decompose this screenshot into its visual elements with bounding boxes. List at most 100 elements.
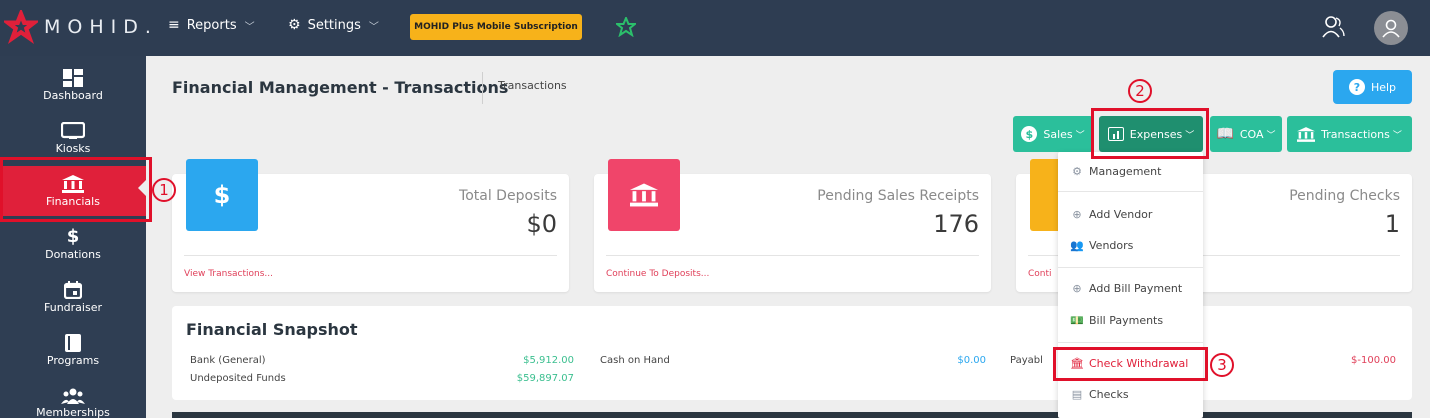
menu-item-label: Bill Payments [1089,314,1164,327]
coa-label: COA [1239,127,1264,141]
gears-icon: ⚙ [1072,165,1082,178]
sales-label: Sales [1043,127,1073,141]
menu-item-label: Management [1089,165,1162,178]
gear-icon: ⚙ [288,17,301,33]
logo-star-icon [4,10,38,44]
chevron-down-icon: ﹀ [1266,130,1276,141]
annotation-number: 1 [152,178,176,202]
monitor-icon [61,121,85,139]
coa-button[interactable]: 📖 COA ﹀ [1210,116,1282,152]
continue-to-deposits-link[interactable]: Continue To Deposits... [606,269,709,279]
help-button[interactable]: ? Help [1333,70,1412,104]
annotation-box-check-withdrawal [1053,347,1208,381]
menu-item-add-vendor[interactable]: ⊕ Add Vendor [1070,208,1152,221]
plus-circle-icon: ⊕ [1072,208,1082,221]
settings-menu[interactable]: ⚙ Settings ﹀ [288,17,379,33]
menu-divider [1058,342,1203,343]
sidebar-item-donations[interactable]: $ Donations [0,219,146,269]
chevron-down-icon: ﹀ [1392,130,1402,141]
card-label: Pending Sales Receipts [817,188,979,204]
calendar-icon [64,280,82,299]
users-icon [61,388,85,404]
annotation-box-financials [0,157,152,222]
card-label: Total Deposits [459,188,557,204]
settings-label: Settings [307,17,361,33]
top-navbar: MOHID. ≡ Reports ﹀ ⚙ Settings ﹀ MOHID Pl… [0,0,1430,56]
payable-value: $-100.00 [1351,355,1396,366]
card-icon: ▤ [1071,388,1083,401]
menu-item-label: Add Vendor [1089,208,1153,221]
money-icon: 💵 [1070,314,1084,327]
chevron-down-icon: ﹀ [368,21,379,33]
menu-item-label: Vendors [1089,239,1134,252]
dollar-circle-icon: $ [1021,126,1038,142]
sidebar-item-label: Fundraiser [44,300,102,314]
plus-circle-icon: ⊕ [1072,282,1082,295]
transactions-button[interactable]: Transactions ﹀ [1287,116,1412,152]
card-value: $0 [526,210,557,238]
chevron-down-icon: ﹀ [244,21,255,33]
user-avatar[interactable] [1374,11,1408,45]
menu-item-label: Add Bill Payment [1089,282,1183,295]
breadcrumb-divider [482,72,483,104]
page-title: Financial Management - Transactions [172,78,509,97]
card-divider [184,255,557,256]
menu-item-vendors[interactable]: 👥 Vendors [1070,239,1133,252]
sidebar-item-fundraiser[interactable]: Fundraiser [0,272,146,322]
dollar-icon: $ [186,159,258,231]
snapshot-title: Financial Snapshot [186,320,358,339]
sidebar-item-label: Donations [45,247,101,261]
chevron-down-icon: ﹀ [1075,130,1085,141]
annotation-number: 3 [1210,353,1234,377]
menu-item-label: Checks [1089,388,1129,401]
sidebar: Dashboard Kiosks Financials $ Donations … [0,56,146,418]
logo-text: MOHID. [44,16,158,38]
menu-item-management[interactable]: ⚙ Management [1070,165,1161,178]
cash-on-hand-label: Cash on Hand [600,355,670,366]
card-label: Pending Checks [1289,188,1400,204]
view-transactions-link[interactable]: View Transactions... [184,269,273,279]
bank-general-value: $5,912.00 [523,355,574,366]
logo[interactable]: MOHID. [4,10,158,44]
card-divider [606,255,979,256]
book-icon [65,333,81,352]
sidebar-item-programs[interactable]: Programs [0,325,146,375]
user-icon [1382,19,1400,38]
bank-icon [608,159,680,231]
menu-item-checks[interactable]: ▤ Checks [1070,388,1129,401]
sidebar-item-label: Programs [46,353,100,367]
sidebar-item-label: Memberships [36,405,110,418]
card-value: 1 [1384,210,1400,238]
sales-button[interactable]: $ Sales ﹀ [1013,116,1093,152]
undeposited-funds-value: $59,897.07 [516,373,574,384]
breadcrumb[interactable]: Transactions [498,79,567,92]
reports-label: Reports [186,17,237,33]
book-open-icon: 📖 [1216,126,1234,142]
card-pending-sales-receipts: Pending Sales Receipts 176 Continue To D… [594,159,991,292]
menu-item-bill-payments[interactable]: 💵 Bill Payments [1070,314,1163,327]
continue-link[interactable]: Conti [1028,269,1052,279]
subscription-button[interactable]: MOHID Plus Mobile Subscription [410,14,582,40]
sidebar-item-memberships[interactable]: Memberships [0,378,146,418]
help-label: Help [1370,80,1397,94]
menu-lines-icon: ≡ [168,17,180,33]
small-star-icon[interactable] [616,17,636,37]
dashboard-icon [63,68,83,87]
sidebar-item-dashboard[interactable]: Dashboard [0,60,146,110]
menu-item-add-bill-payment[interactable]: ⊕ Add Bill Payment [1070,282,1182,295]
sidebar-item-label: Dashboard [43,88,103,102]
annotation-box-expenses [1091,108,1209,159]
sidebar-item-kiosks[interactable]: Kiosks [0,113,146,163]
users-icon[interactable] [1320,14,1346,40]
transactions-label: Transactions [1321,127,1390,141]
undeposited-funds-label: Undeposited Funds [190,373,286,384]
bank-general-label: Bank (General) [190,355,266,366]
users-icon: 👥 [1070,239,1084,252]
payable-label: Payabl [1010,355,1043,366]
reports-menu[interactable]: ≡ Reports ﹀ [168,17,255,33]
next-panel-edge [172,412,1412,418]
question-icon: ? [1348,79,1365,95]
card-value: 176 [933,210,979,238]
annotation-number: 2 [1128,79,1152,103]
card-total-deposits: $ Total Deposits $0 View Transactions... [172,159,569,292]
